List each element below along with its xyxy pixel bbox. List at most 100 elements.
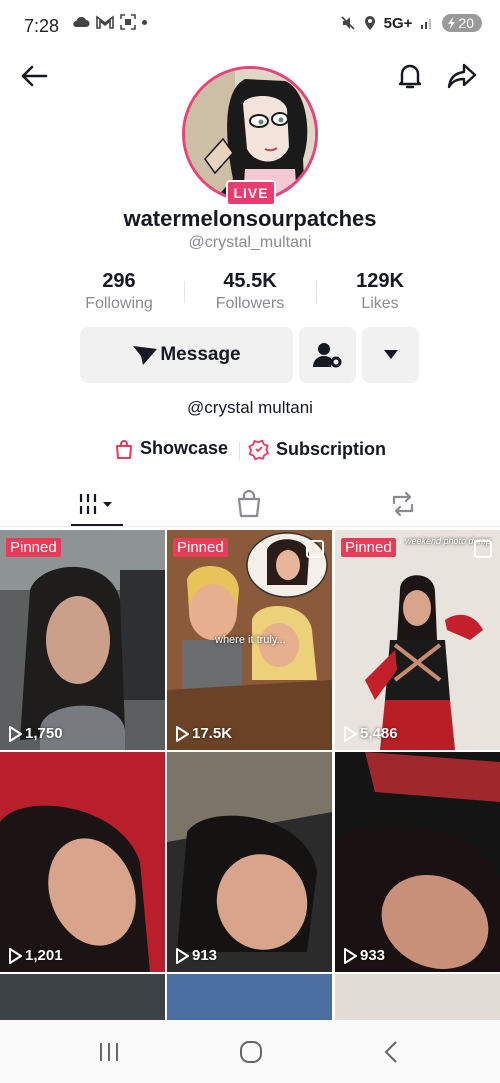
video-thumbnail[interactable]: Pinned 1,750	[0, 530, 165, 750]
tab-reposts[interactable]	[320, 482, 486, 526]
stat-value: 296	[102, 270, 136, 292]
view-count: 933	[343, 947, 385, 964]
status-system-icons: 5G+ 20	[340, 14, 482, 32]
caret-down-icon	[383, 350, 398, 359]
view-count-value: 5,486	[360, 725, 398, 742]
video-thumbnail[interactable]	[167, 974, 332, 1020]
display-name: watermelonsourpatches	[123, 206, 377, 231]
thumbnail-image	[0, 530, 165, 750]
more-options-dropdown[interactable]	[362, 327, 419, 383]
subscription-link[interactable]: Subscription	[248, 438, 386, 460]
tab-videos[interactable]	[14, 482, 180, 526]
subscription-badge-icon	[248, 439, 269, 460]
play-icon	[176, 725, 189, 742]
location-icon	[364, 16, 375, 30]
video-thumbnail[interactable]: Pinned weekend photo dump 5,486	[335, 530, 500, 750]
view-count: 1,201	[8, 947, 63, 964]
photo-carousel-icon	[474, 540, 492, 558]
view-count-value: 17.5K	[192, 725, 233, 742]
message-button[interactable]: Message	[80, 327, 293, 383]
stat-value: 129K	[356, 270, 404, 292]
gmail-icon	[96, 15, 114, 29]
status-notification-icons	[72, 14, 147, 30]
play-icon	[344, 725, 357, 742]
charging-bolt-icon	[448, 17, 456, 29]
thumbnail-image	[0, 752, 165, 972]
thumbnail-image	[167, 752, 332, 972]
play-icon	[9, 725, 22, 742]
view-count-value: 1,201	[25, 947, 63, 964]
signal-icon	[421, 19, 432, 29]
status-bar: 7:28 5G+ 20	[0, 0, 500, 54]
stat-following[interactable]: 296 Following	[59, 270, 179, 313]
shop-bag-icon	[237, 490, 261, 518]
pinned-badge: Pinned	[6, 538, 61, 557]
view-count: 17.5K	[175, 725, 232, 742]
battery-indicator: 20	[442, 14, 482, 32]
stat-divider	[184, 281, 185, 303]
play-icon	[9, 947, 22, 964]
screenshot-icon	[120, 14, 136, 30]
video-thumbnail[interactable]	[0, 974, 165, 1020]
stat-likes[interactable]: 129K Likes	[320, 270, 440, 313]
system-nav-bar	[0, 1020, 500, 1083]
stat-label: Followers	[215, 295, 285, 312]
home-icon	[240, 1041, 262, 1063]
stat-label: Following	[85, 295, 153, 312]
view-count-value: 913	[192, 947, 218, 964]
video-thumbnail[interactable]	[335, 974, 500, 1020]
repost-icon	[392, 491, 414, 517]
system-back-button[interactable]	[376, 1038, 406, 1066]
play-icon	[176, 947, 189, 964]
friend-settings-button[interactable]	[299, 327, 356, 383]
showcase-label: Showcase	[140, 438, 229, 458]
stat-label: Likes	[361, 295, 399, 312]
thumbnail-image	[335, 752, 500, 972]
video-thumbnail[interactable]: 913	[167, 752, 332, 972]
video-thumbnail[interactable]: 1,201	[0, 752, 165, 972]
pinned-badge: Pinned	[341, 538, 396, 557]
username: @crystal_multani	[188, 234, 312, 251]
shopping-bag-icon	[116, 439, 132, 459]
profile-avatar[interactable]: LIVE	[182, 66, 318, 206]
back-button[interactable]	[14, 56, 54, 96]
showcase-link[interactable]: Showcase	[114, 438, 228, 459]
stat-divider	[316, 281, 317, 303]
video-thumbnail[interactable]: 933	[335, 752, 500, 972]
back-arrow-icon	[21, 65, 48, 87]
link-divider	[239, 442, 240, 460]
cloud-icon	[73, 16, 90, 27]
dot-icon	[142, 19, 147, 25]
notifications-button[interactable]	[390, 56, 430, 96]
photo-carousel-icon	[306, 540, 324, 558]
view-count: 1,750	[8, 725, 63, 742]
bell-icon	[398, 64, 422, 89]
video-thumbnail[interactable]: Pinned where it truly... 17.5K	[167, 530, 332, 750]
grid-videos-icon	[79, 494, 112, 514]
status-time: 7:28	[24, 16, 60, 36]
pinned-badge: Pinned	[173, 538, 228, 557]
battery-level: 20	[458, 15, 474, 31]
user-settings-icon	[312, 343, 341, 368]
view-count: 5,486	[343, 725, 398, 742]
video-caption: where it truly...	[215, 634, 286, 646]
chevron-left-icon	[384, 1041, 397, 1063]
subscription-label: Subscription	[276, 438, 387, 459]
recents-button[interactable]	[94, 1038, 124, 1066]
recents-icon	[100, 1043, 118, 1061]
tab-shop[interactable]	[166, 482, 332, 526]
tabs-divider	[0, 526, 500, 527]
view-count-value: 933	[360, 947, 386, 964]
home-button[interactable]	[236, 1038, 266, 1066]
bio-text: @crystal multani	[187, 398, 313, 417]
network-label: 5G+	[383, 14, 413, 32]
share-button[interactable]	[442, 56, 482, 96]
stat-value: 45.5K	[223, 270, 277, 292]
play-icon	[344, 947, 357, 964]
stat-followers[interactable]: 45.5K Followers	[190, 270, 310, 313]
share-arrow-icon	[447, 63, 477, 89]
send-icon	[133, 346, 158, 365]
view-count-value: 1,750	[25, 725, 63, 742]
mute-icon	[341, 16, 355, 30]
live-badge: LIVE	[226, 180, 276, 206]
